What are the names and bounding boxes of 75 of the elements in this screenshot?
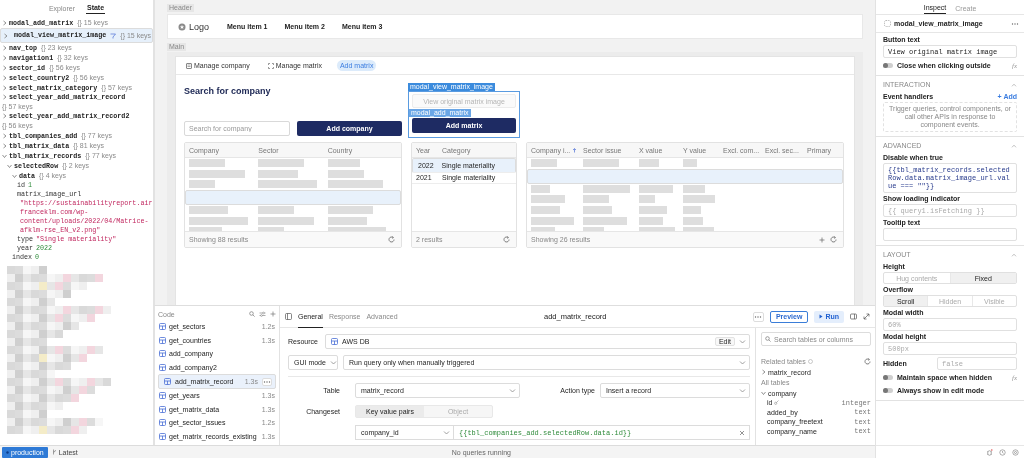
search-icon[interactable] bbox=[249, 311, 255, 317]
key-icon bbox=[774, 400, 780, 406]
more-button[interactable] bbox=[752, 311, 764, 322]
logo-text: Logo bbox=[189, 21, 210, 32]
database-icon bbox=[159, 323, 166, 331]
caret-icon[interactable] bbox=[2, 143, 7, 150]
table-row[interactable] bbox=[185, 189, 401, 205]
text-field[interactable] bbox=[883, 228, 1017, 241]
sliders-icon[interactable] bbox=[259, 311, 266, 317]
caret-icon[interactable] bbox=[6, 163, 13, 169]
caret-icon[interactable] bbox=[1, 153, 8, 159]
refresh-icon[interactable] bbox=[864, 358, 871, 365]
table-row[interactable] bbox=[527, 168, 843, 184]
toggle-switch[interactable] bbox=[883, 388, 893, 393]
caret-icon[interactable] bbox=[2, 94, 7, 101]
caret-icon[interactable] bbox=[760, 390, 767, 396]
status-dot-icon bbox=[6, 450, 9, 454]
caret-icon[interactable] bbox=[1011, 82, 1017, 87]
bug-icon[interactable] bbox=[986, 448, 993, 456]
chevron-down-icon bbox=[443, 429, 450, 436]
plus-icon[interactable] bbox=[819, 236, 825, 243]
database-icon bbox=[164, 378, 171, 385]
document-icon bbox=[186, 62, 192, 69]
chevron-down-icon bbox=[739, 359, 746, 366]
database-icon bbox=[159, 405, 166, 413]
database-icon bbox=[159, 392, 166, 400]
page-title: Search for company bbox=[184, 86, 272, 96]
sidebar-icon[interactable] bbox=[285, 313, 292, 320]
sort-arrow-icon bbox=[572, 147, 578, 153]
chevron-down-icon bbox=[329, 359, 337, 366]
close-icon[interactable] bbox=[739, 429, 745, 436]
database-icon bbox=[159, 336, 166, 344]
caret-icon[interactable] bbox=[2, 45, 7, 52]
caret-icon[interactable] bbox=[2, 65, 7, 72]
more-button[interactable] bbox=[262, 377, 272, 386]
caret-icon[interactable] bbox=[2, 133, 7, 140]
refresh-icon[interactable] bbox=[830, 236, 837, 243]
info-icon bbox=[807, 359, 813, 364]
chevron-down-icon bbox=[739, 387, 746, 394]
caret-icon[interactable] bbox=[3, 32, 8, 39]
chevron-down-icon bbox=[509, 387, 516, 394]
play-icon bbox=[819, 314, 824, 319]
refresh-icon[interactable] bbox=[388, 236, 395, 243]
history-icon[interactable] bbox=[999, 448, 1006, 456]
database-icon bbox=[331, 338, 338, 345]
database-icon bbox=[159, 363, 166, 371]
caret-icon[interactable] bbox=[761, 369, 766, 375]
more-icon bbox=[754, 314, 763, 319]
caret-icon[interactable] bbox=[1011, 143, 1017, 148]
caret-icon[interactable] bbox=[2, 55, 7, 62]
plus-icon[interactable] bbox=[270, 311, 276, 317]
caret-icon[interactable] bbox=[2, 75, 7, 82]
funnel-icon bbox=[110, 32, 117, 39]
more-icon bbox=[263, 379, 271, 384]
panel-icon[interactable] bbox=[850, 313, 857, 320]
database-icon bbox=[159, 419, 166, 427]
more-icon bbox=[1010, 21, 1019, 26]
expand-icon[interactable] bbox=[863, 313, 870, 320]
caret-icon[interactable] bbox=[2, 85, 7, 92]
search-icon bbox=[765, 336, 771, 342]
chevron-down-icon bbox=[739, 338, 746, 345]
modal-icon bbox=[884, 20, 891, 27]
refresh-icon[interactable] bbox=[503, 236, 510, 243]
branch-icon bbox=[51, 449, 57, 455]
caret-icon[interactable] bbox=[2, 113, 7, 120]
caret-icon[interactable] bbox=[2, 20, 7, 27]
caret-icon[interactable] bbox=[11, 173, 18, 179]
database-icon bbox=[159, 432, 166, 440]
database-icon bbox=[159, 350, 166, 358]
toggle-switch[interactable] bbox=[883, 375, 893, 380]
toggle-switch[interactable] bbox=[883, 63, 893, 68]
logo-icon bbox=[178, 22, 186, 31]
help-icon[interactable] bbox=[1012, 448, 1019, 456]
caret-icon[interactable] bbox=[1011, 252, 1017, 257]
grid-icon bbox=[267, 62, 274, 69]
